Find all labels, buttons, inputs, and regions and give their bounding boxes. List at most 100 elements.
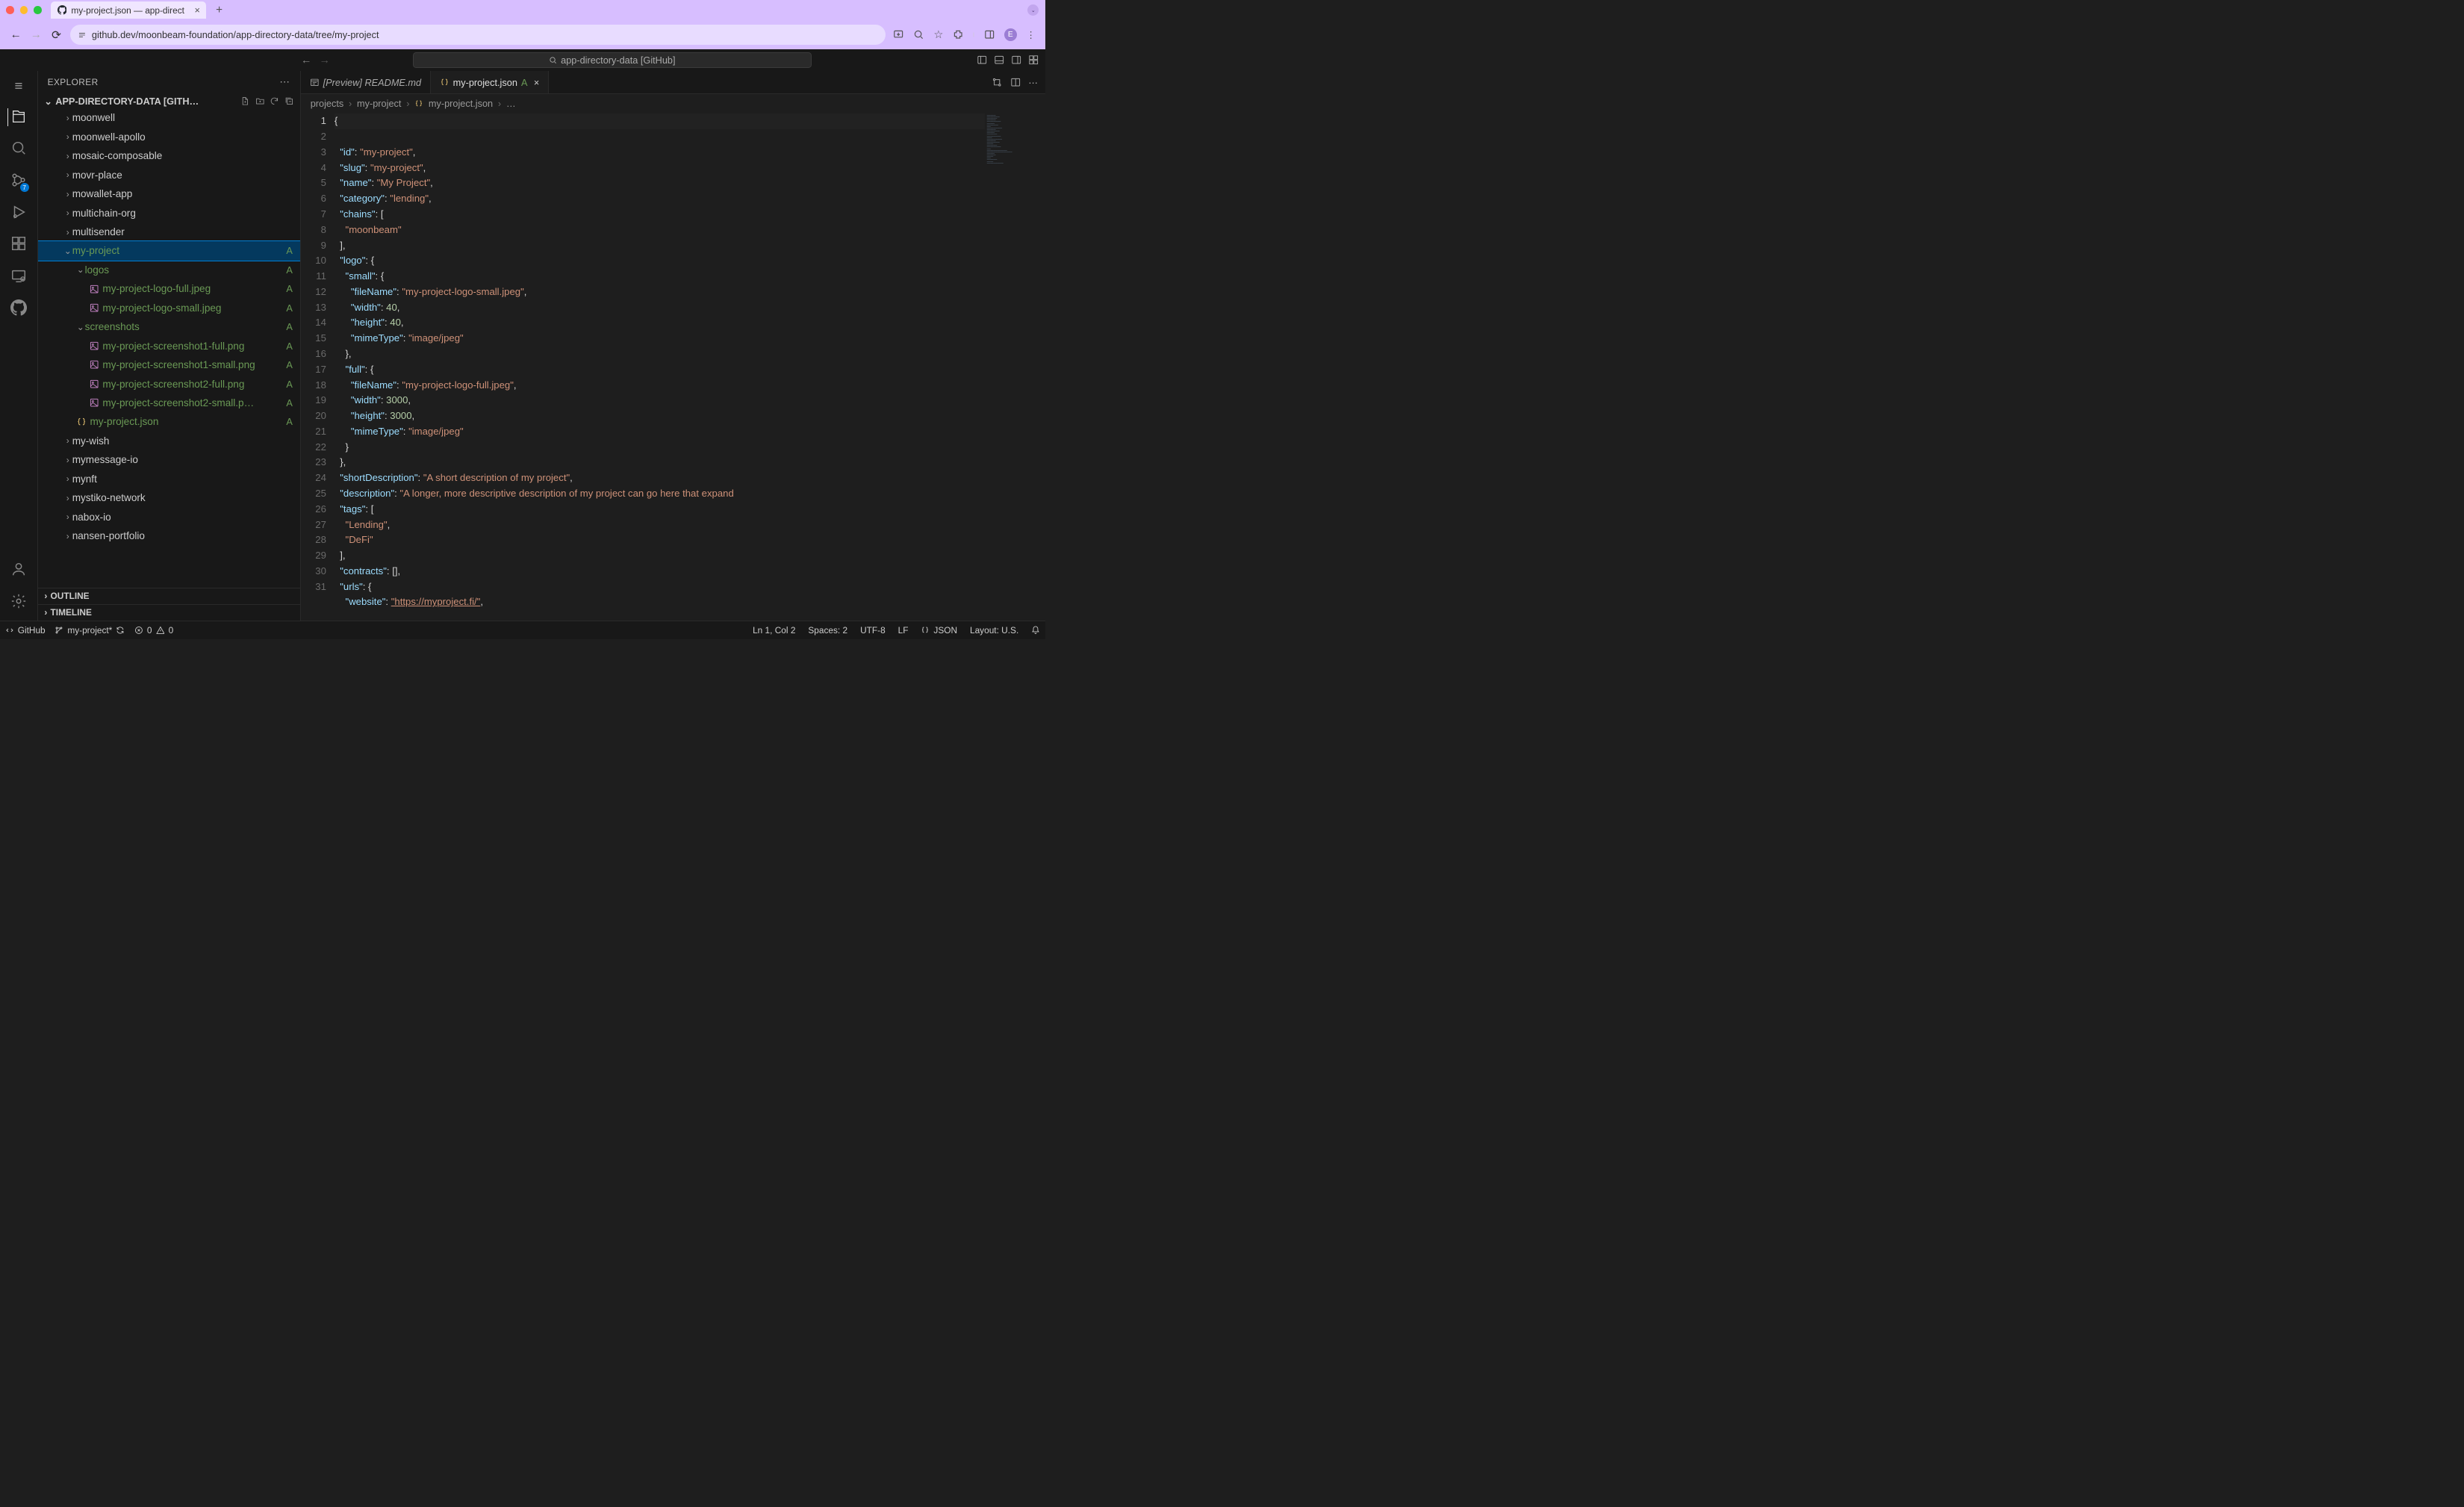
extensions-icon[interactable]: [953, 29, 963, 40]
breadcrumb-file[interactable]: my-project.json: [429, 98, 493, 109]
maximize-window-button[interactable]: [34, 6, 42, 14]
section-actions: [240, 96, 293, 106]
repo-section-header[interactable]: ⌄ APP-DIRECTORY-DATA [GITH…: [38, 93, 300, 108]
status-bar: GitHub my-project* 0 0 Ln 1, Col 2 Space…: [0, 621, 1045, 639]
browser-menu-icon[interactable]: ⋮: [1026, 29, 1036, 40]
tab-readme[interactable]: [Preview] README.md: [301, 71, 431, 93]
close-tab-icon[interactable]: ×: [195, 4, 200, 16]
sidepanel-icon[interactable]: [984, 29, 995, 40]
browser-chrome: my-project.json — app-direct × + ⌄ ← → ⟳…: [0, 0, 1045, 49]
code-content[interactable]: { "id": "my-project", "slug": "my-projec…: [335, 113, 1045, 620]
close-tab-icon[interactable]: ×: [534, 77, 539, 88]
language-mode[interactable]: JSON: [921, 625, 957, 636]
toggle-sidebar-icon[interactable]: [977, 55, 987, 65]
image-file-icon: [89, 341, 99, 351]
timeline-section[interactable]: ›TIMELINE: [38, 604, 300, 621]
cursor-position[interactable]: Ln 1, Col 2: [753, 625, 795, 636]
editor-back-button[interactable]: ←: [301, 55, 311, 66]
breadcrumb-projects[interactable]: projects: [311, 98, 344, 109]
url-bar-row: ← → ⟳ github.dev/moonbeam-foundation/app…: [0, 21, 1045, 49]
diff-icon[interactable]: [992, 77, 1002, 87]
sync-icon[interactable]: [116, 626, 125, 635]
install-app-icon[interactable]: [893, 29, 903, 40]
bookmark-icon[interactable]: ☆: [933, 29, 943, 41]
branch-indicator[interactable]: my-project*: [55, 625, 125, 636]
search-view-icon[interactable]: [10, 140, 27, 158]
indentation[interactable]: Spaces: 2: [808, 625, 847, 636]
minimap[interactable]: ▬▬▬▬▬▬▬▬▬▬▬▬▬▬▬▬▬▬▬▬▬▬▬▬▬▬▬▬▬▬▬▬▬▬▬▬▬▬▬▬…: [985, 113, 1045, 214]
problems-indicator[interactable]: 0 0: [134, 625, 173, 636]
breadcrumbs[interactable]: projects › my-project › my-project.json …: [301, 94, 1045, 113]
profile-avatar[interactable]: E: [1004, 28, 1017, 41]
remote-indicator[interactable]: GitHub: [5, 625, 46, 636]
reload-button[interactable]: ⟳: [50, 28, 63, 42]
tab-more-icon[interactable]: ⋯: [1028, 77, 1039, 88]
folder-my-project[interactable]: ⌄my-projectA: [38, 241, 300, 260]
new-folder-icon[interactable]: [255, 96, 265, 106]
bell-icon[interactable]: [1031, 626, 1040, 635]
remote-explorer-icon[interactable]: [10, 267, 27, 285]
new-tab-button[interactable]: +: [216, 4, 223, 16]
breadcrumb-my-project[interactable]: my-project: [357, 98, 401, 109]
toggle-secondary-icon[interactable]: [1011, 55, 1021, 65]
command-center[interactable]: app-directory-data [GitHub]: [413, 52, 812, 68]
split-editor-icon[interactable]: [1010, 77, 1021, 87]
folder-moonwell[interactable]: ›moonwell: [38, 108, 300, 127]
folder-movr[interactable]: ›movr-place: [38, 166, 300, 184]
file-ss2-small[interactable]: my-project-screenshot2-small.p…A: [38, 394, 300, 412]
tab-overflow-button[interactable]: ⌄: [1027, 4, 1039, 16]
url-bar[interactable]: github.dev/moonbeam-foundation/app-direc…: [70, 25, 886, 45]
folder-mymessage[interactable]: ›mymessage-io: [38, 450, 300, 469]
breadcrumb-dots[interactable]: …: [506, 98, 516, 109]
folder-nansen[interactable]: ›nansen-portfolio: [38, 526, 300, 545]
folder-multichain[interactable]: ›multichain-org: [38, 203, 300, 222]
folder-mystiko[interactable]: ›mystiko-network: [38, 488, 300, 507]
site-info-icon[interactable]: [78, 31, 87, 40]
editor-forward-button[interactable]: →: [320, 55, 330, 66]
extensions-view-icon[interactable]: [10, 235, 27, 253]
folder-mowallet[interactable]: ›mowallet-app: [38, 184, 300, 203]
explorer-view-icon[interactable]: [7, 108, 27, 126]
zoom-icon[interactable]: [913, 29, 924, 40]
folder-mosaic[interactable]: ›mosaic-composable: [38, 146, 300, 165]
github-view-icon[interactable]: [10, 299, 27, 317]
tab-my-project-json[interactable]: my-project.json A ×: [431, 71, 549, 93]
file-my-project-json[interactable]: my-project.jsonA: [38, 412, 300, 431]
folder-my-wish[interactable]: ›my-wish: [38, 432, 300, 450]
encoding[interactable]: UTF-8: [860, 625, 886, 636]
folder-moonwell-apollo[interactable]: ›moonwell-apollo: [38, 128, 300, 146]
folder-multisender[interactable]: ›multisender: [38, 223, 300, 241]
file-ss1-full[interactable]: my-project-screenshot1-full.pngA: [38, 336, 300, 355]
source-control-icon[interactable]: 7: [10, 172, 27, 190]
settings-icon[interactable]: [10, 593, 27, 611]
warning-icon: [156, 626, 165, 635]
file-ss2-full[interactable]: my-project-screenshot2-full.pngA: [38, 374, 300, 393]
customize-layout-icon[interactable]: [1028, 55, 1039, 65]
folder-screenshots[interactable]: ⌄screenshotsA: [38, 317, 300, 336]
menu-icon[interactable]: ≡: [15, 78, 23, 94]
run-debug-icon[interactable]: [10, 204, 27, 222]
eol[interactable]: LF: [898, 625, 909, 636]
back-button[interactable]: ←: [10, 28, 22, 41]
browser-tab[interactable]: my-project.json — app-direct ×: [51, 1, 206, 19]
file-logo-small[interactable]: my-project-logo-small.jpegA: [38, 299, 300, 317]
folder-nabox[interactable]: ›nabox-io: [38, 507, 300, 526]
new-file-icon[interactable]: [240, 96, 250, 106]
outline-section[interactable]: ›OUTLINE: [38, 588, 300, 604]
json-file-icon: [440, 78, 449, 87]
code-editor[interactable]: 1234567891011121314151617181920212223242…: [301, 113, 1045, 620]
folder-mynft[interactable]: ›mynft: [38, 470, 300, 488]
close-window-button[interactable]: [6, 6, 14, 14]
refresh-icon[interactable]: [270, 96, 279, 106]
collapse-all-icon[interactable]: [284, 96, 294, 106]
file-logo-full[interactable]: my-project-logo-full.jpegA: [38, 279, 300, 298]
sidebar-header: EXPLORER ⋯: [38, 71, 300, 93]
file-ss1-small[interactable]: my-project-screenshot1-small.pngA: [38, 355, 300, 374]
forward-button[interactable]: →: [30, 28, 43, 41]
keyboard-layout[interactable]: Layout: U.S.: [970, 625, 1018, 636]
toggle-panel-icon[interactable]: [994, 55, 1004, 65]
minimize-window-button[interactable]: [20, 6, 28, 14]
explorer-more-icon[interactable]: ⋯: [279, 76, 290, 88]
folder-logos[interactable]: ⌄logosA: [38, 261, 300, 279]
accounts-icon[interactable]: [10, 561, 27, 579]
